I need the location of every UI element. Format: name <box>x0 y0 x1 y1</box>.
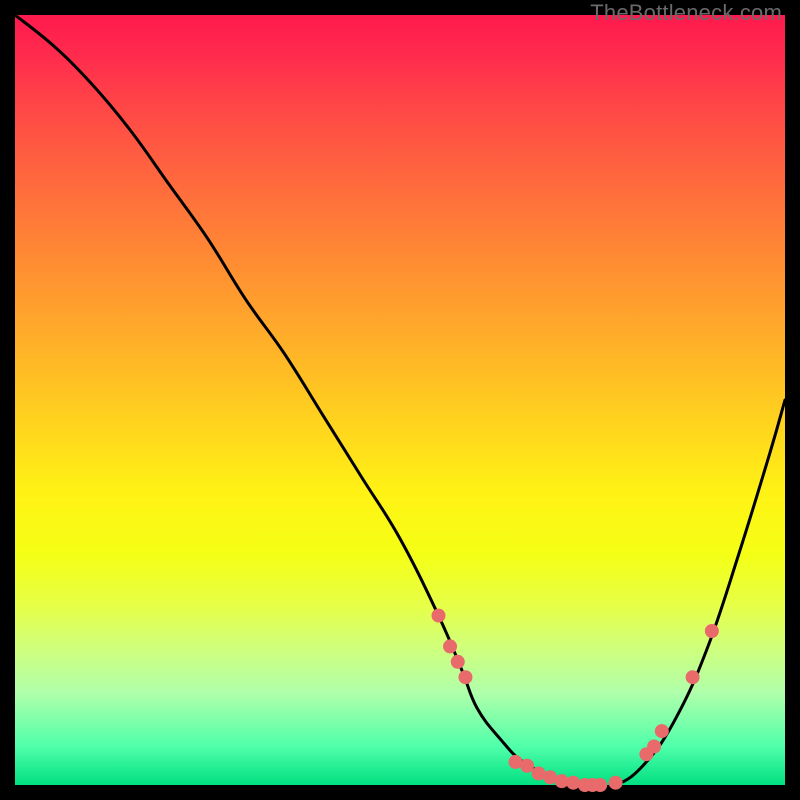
curve-marker <box>686 670 700 684</box>
curve-marker <box>566 776 580 790</box>
watermark-text: TheBottleneck.com <box>590 0 782 26</box>
curve-marker <box>451 655 465 669</box>
chart-container: TheBottleneck.com <box>0 0 800 800</box>
curve-marker <box>593 778 607 792</box>
curve-marker <box>432 609 446 623</box>
curve-marker <box>520 759 534 773</box>
curve-marker <box>705 624 719 638</box>
curve-marker <box>443 639 457 653</box>
chart-plot-area <box>15 15 785 785</box>
chart-svg <box>15 15 785 785</box>
curve-marker <box>655 724 669 738</box>
curve-marker <box>458 670 472 684</box>
curve-marker <box>609 776 623 790</box>
curve-marker <box>647 740 661 754</box>
bottleneck-curve-path <box>15 15 785 787</box>
